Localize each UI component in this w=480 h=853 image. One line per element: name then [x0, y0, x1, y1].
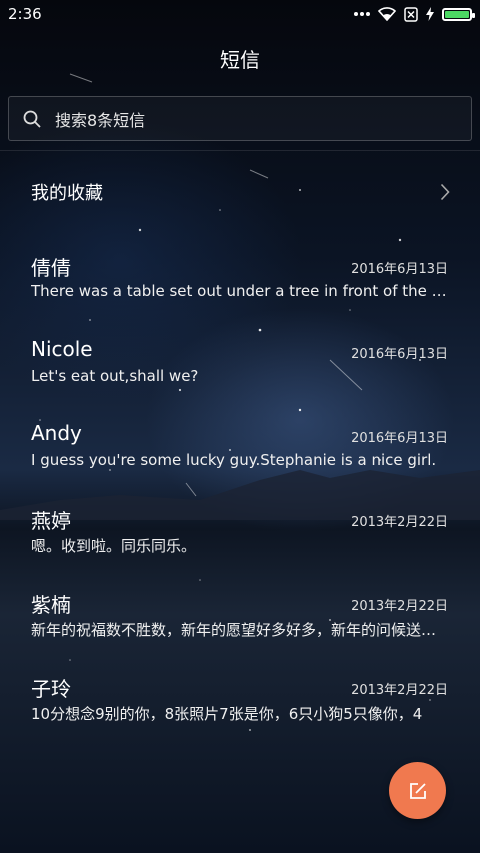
message-date: 2016年6月13日 [351, 347, 448, 362]
more-dots-icon [354, 12, 370, 16]
battery-icon [442, 7, 475, 21]
message-date: 2013年2月22日 [351, 599, 448, 614]
conversation-item[interactable]: 子玲 2013年2月22日 10分想念9别的你，8张照片7张是你，6只小狗5只像… [0, 673, 480, 745]
conversation-item[interactable]: 倩倩 2016年6月13日 There was a table set out … [0, 252, 480, 324]
message-preview: Let's eat out,shall we? [31, 367, 199, 385]
conversation-item[interactable]: Andy 2016年6月13日 I guess you're some luck… [0, 421, 480, 493]
message-preview: 新年的祝福数不胜数，新年的愿望好多好多，新年的问候送给你 [31, 621, 449, 639]
message-preview: I guess you're some lucky guy.Stephanie … [31, 451, 437, 469]
favorites-label: 我的收藏 [31, 183, 103, 204]
sim-disabled-icon [404, 6, 418, 22]
chevron-right-icon [440, 183, 450, 201]
message-date: 2016年6月13日 [351, 431, 448, 446]
message-preview: 嗯。收到啦。同乐同乐。 [31, 537, 197, 555]
status-icons [354, 6, 475, 22]
contact-name: Nicole [31, 337, 93, 361]
message-date: 2013年2月22日 [351, 683, 448, 698]
status-bar: 2:36 [0, 0, 480, 28]
contact-name: Andy [31, 421, 82, 445]
message-date: 2016年6月13日 [351, 262, 448, 277]
page-title: 短信 [220, 48, 260, 72]
message-preview: 10分想念9别的你，8张照片7张是你，6只小狗5只像你，4 [31, 705, 423, 723]
conversation-item[interactable]: 燕婷 2013年2月22日 嗯。收到啦。同乐同乐。 [0, 505, 480, 577]
header-divider [0, 150, 480, 151]
charging-icon [426, 7, 434, 21]
contact-name: 子玲 [31, 677, 71, 701]
compose-icon [409, 782, 426, 799]
battery-level [445, 10, 469, 18]
search-placeholder: 搜索8条短信 [55, 110, 146, 130]
message-date: 2013年2月22日 [351, 515, 448, 530]
wifi-icon [378, 7, 396, 21]
contact-name: 燕婷 [31, 509, 71, 533]
message-preview: There was a table set out under a tree i… [31, 282, 449, 300]
search-icon [23, 110, 41, 128]
conversation-item[interactable]: Nicole 2016年6月13日 Let's eat out,shall we… [0, 337, 480, 409]
contact-name: 紫楠 [31, 593, 71, 617]
compose-button[interactable] [389, 762, 446, 819]
search-field[interactable]: 搜索8条短信 [8, 96, 472, 141]
favorites-row[interactable]: 我的收藏 [0, 166, 480, 218]
status-time: 2:36 [8, 5, 42, 23]
conversation-item[interactable]: 紫楠 2013年2月22日 新年的祝福数不胜数，新年的愿望好多好多，新年的问候送… [0, 589, 480, 661]
contact-name: 倩倩 [31, 256, 71, 280]
